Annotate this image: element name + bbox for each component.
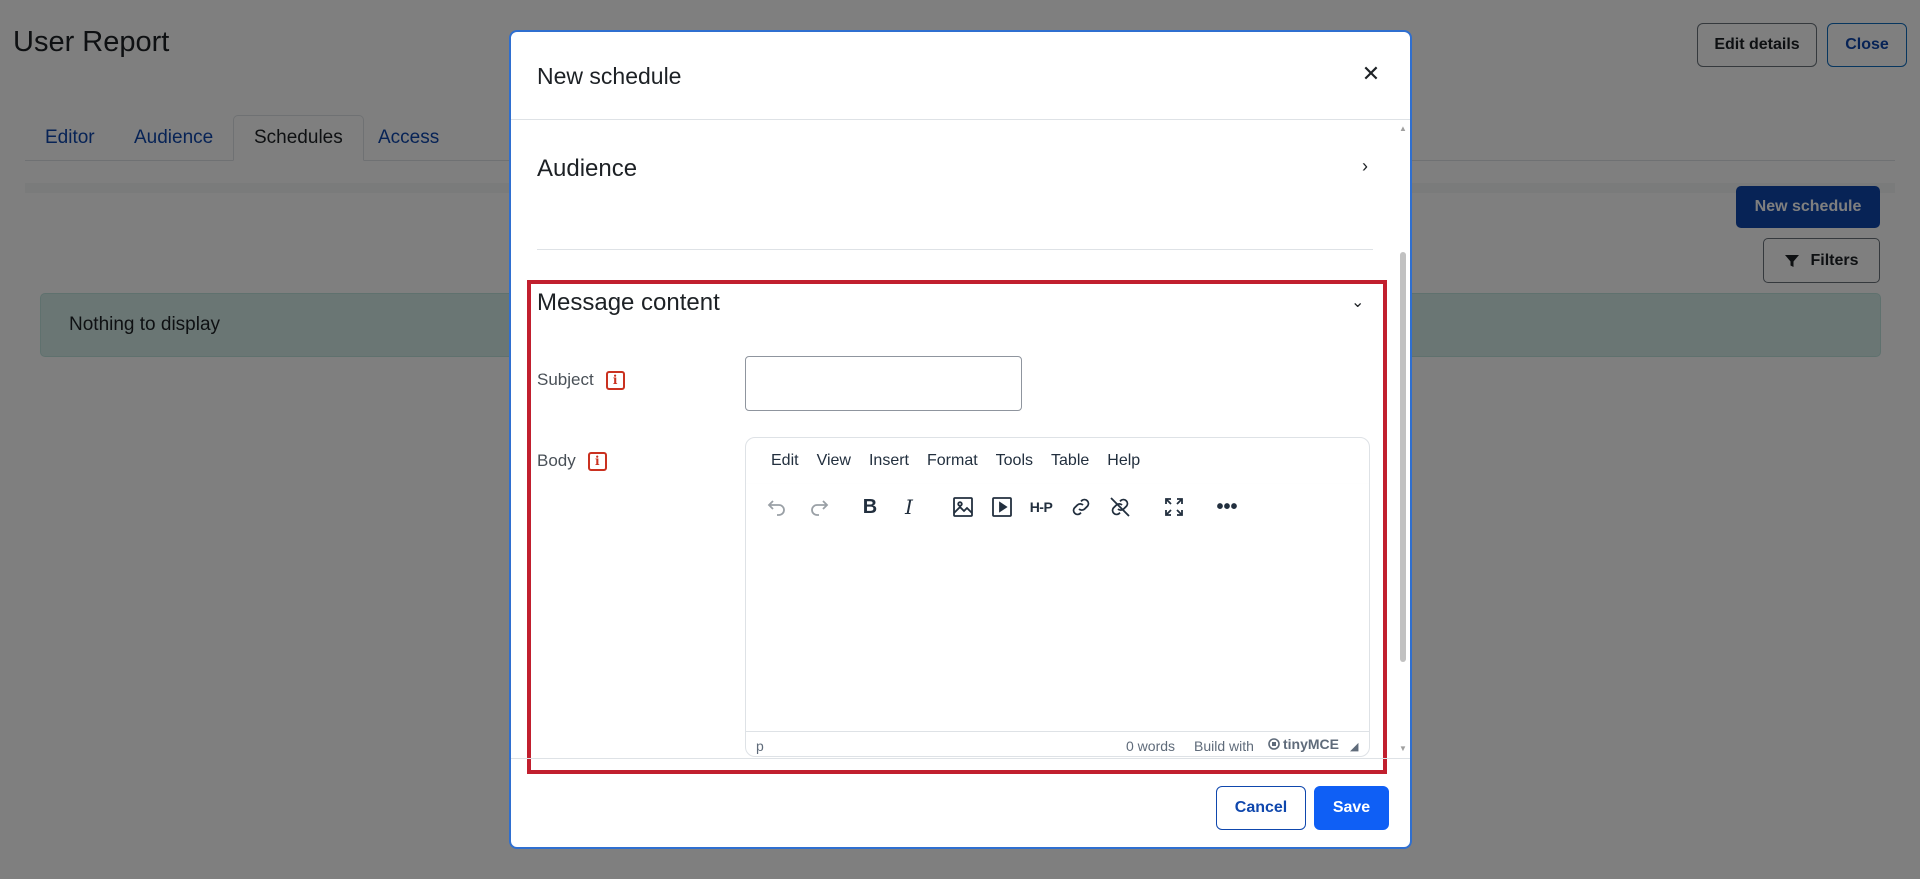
- brand-prefix: Build with: [1194, 738, 1254, 754]
- editor-statusbar: p 0 words Build with tinyMCE ◢: [746, 731, 1369, 756]
- word-count[interactable]: 0 words: [1126, 738, 1175, 754]
- modal-header: New schedule ✕: [511, 32, 1410, 120]
- menu-view[interactable]: View: [808, 452, 860, 470]
- menu-tools[interactable]: Tools: [987, 452, 1042, 470]
- menu-edit[interactable]: Edit: [762, 452, 808, 470]
- menu-table[interactable]: Table: [1042, 452, 1098, 470]
- new-schedule-modal: New schedule ✕ ▲ ▼ Audience › Message co…: [509, 30, 1412, 849]
- subject-input[interactable]: [745, 356, 1022, 411]
- menu-help[interactable]: Help: [1098, 452, 1149, 470]
- body-label-group: Body i: [537, 451, 607, 471]
- save-button[interactable]: Save: [1314, 786, 1389, 830]
- message-content-title[interactable]: Message content: [537, 289, 720, 317]
- modal-body: ▲ ▼ Audience › Message content ⌄ Subject…: [511, 120, 1410, 774]
- h5p-icon[interactable]: H-P: [1024, 484, 1058, 530]
- info-icon[interactable]: i: [587, 451, 607, 471]
- chevron-right-icon[interactable]: ›: [1362, 156, 1368, 177]
- media-icon[interactable]: [985, 484, 1019, 530]
- subject-label-group: Subject i: [537, 370, 625, 390]
- undo-icon[interactable]: [760, 484, 794, 530]
- editor-menubar: Edit View Insert Format Tools Table Help: [746, 438, 1369, 484]
- rich-text-editor: Edit View Insert Format Tools Table Help…: [745, 437, 1370, 757]
- modal-title: New schedule: [537, 63, 682, 89]
- image-icon[interactable]: [946, 484, 980, 530]
- body-label: Body: [537, 451, 576, 470]
- scroll-thumb[interactable]: [1400, 252, 1406, 662]
- info-icon[interactable]: i: [605, 370, 625, 390]
- subject-label: Subject: [537, 370, 594, 389]
- tinymce-logo[interactable]: tinyMCE: [1268, 736, 1339, 752]
- element-path[interactable]: p: [756, 738, 764, 754]
- cancel-button[interactable]: Cancel: [1216, 786, 1306, 830]
- audience-section[interactable]: Audience ›: [537, 120, 1373, 250]
- menu-insert[interactable]: Insert: [860, 452, 918, 470]
- tinymce-logo-text: tinyMCE: [1283, 736, 1339, 752]
- redo-icon[interactable]: [802, 484, 836, 530]
- chevron-down-icon[interactable]: ⌄: [1351, 292, 1364, 312]
- more-icon[interactable]: •••: [1210, 484, 1244, 530]
- menu-format[interactable]: Format: [918, 452, 987, 470]
- audience-section-title: Audience: [537, 155, 638, 182]
- close-icon[interactable]: ✕: [1359, 62, 1383, 86]
- tinymce-logo-icon: [1268, 738, 1280, 750]
- italic-icon[interactable]: I: [892, 484, 926, 530]
- link-icon[interactable]: [1064, 484, 1098, 530]
- scroll-down-icon[interactable]: ▼: [1399, 744, 1407, 753]
- editor-toolbar: B I H-P •••: [746, 484, 1369, 530]
- editor-content-area[interactable]: [746, 530, 1369, 731]
- resize-handle-icon[interactable]: ◢: [1350, 740, 1358, 753]
- bold-icon[interactable]: B: [853, 484, 887, 530]
- fullscreen-icon[interactable]: [1157, 484, 1191, 530]
- modal-scrollbar[interactable]: ▲ ▼: [1399, 124, 1407, 754]
- modal-footer: Cancel Save: [511, 758, 1410, 847]
- unlink-icon[interactable]: [1103, 484, 1137, 530]
- scroll-up-icon[interactable]: ▲: [1399, 124, 1407, 133]
